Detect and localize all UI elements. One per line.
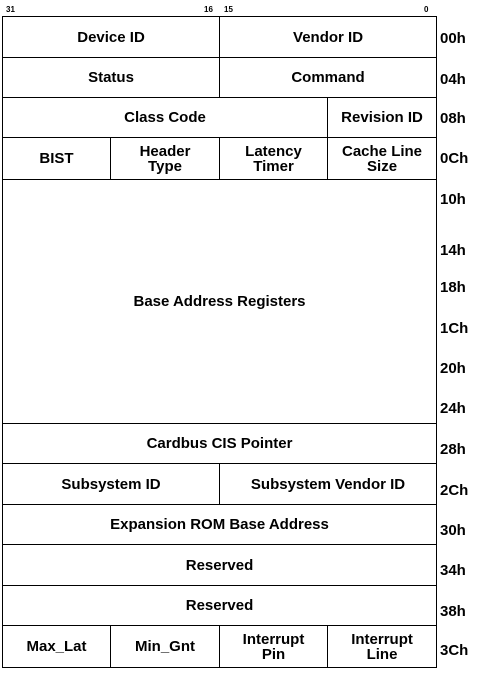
offset-label: 00h (440, 30, 466, 47)
interrupt-line-line-2: Line (366, 645, 398, 663)
status-field: Status (1, 57, 221, 98)
row-08h: Class Code Revision ID (1, 97, 438, 138)
row-30h: Expansion ROM Base Address (1, 504, 438, 545)
pci-config-space-table: Device ID Vendor ID Status Command Class… (1, 16, 438, 668)
row-00h: Device ID Vendor ID (1, 16, 438, 58)
offset-label: 34h (440, 562, 466, 579)
base-address-registers-field: Base Address Registers (1, 179, 438, 424)
bit-31-label: 31 (6, 5, 15, 14)
offset-label: 14h (440, 242, 466, 259)
offset-label: 38h (440, 603, 466, 620)
cardbus-cis-pointer-field: Cardbus CIS Pointer (1, 423, 438, 464)
cache-line-size-field: Cache Line Size (327, 137, 438, 180)
header-type-field: Header Type (109, 137, 221, 180)
row-2ch: Subsystem ID Subsystem Vendor ID (1, 463, 438, 505)
offset-label: 0Ch (440, 150, 469, 167)
expansion-rom-base-address-field: Expansion ROM Base Address (1, 504, 438, 545)
row-10h-24h: Base Address Registers (1, 179, 438, 424)
row-34h: Reserved (1, 544, 438, 586)
interrupt-pin-line-2: Pin (261, 645, 286, 663)
subsystem-vendor-id-field: Subsystem Vendor ID (219, 463, 438, 505)
row-3ch: Max_Lat Min_Gnt Interrupt Pin Interrupt Li… (2, 625, 438, 668)
row-38h: Reserved (1, 585, 438, 626)
command-field: Command (219, 57, 438, 98)
offset-label: 24h (440, 400, 466, 417)
row-04h: Status Command (1, 57, 438, 98)
interrupt-pin-field: Interrupt Pin (219, 625, 329, 668)
min-gnt-field: Min_Gnt (109, 625, 221, 668)
subsystem-id-field: Subsystem ID (1, 463, 221, 505)
bist-field: BIST (2, 137, 111, 180)
offset-label: 20h (440, 360, 466, 377)
interrupt-line-field: Interrupt Line (327, 625, 438, 668)
revision-id-field: Revision ID (327, 97, 438, 138)
offset-label: 3Ch (440, 642, 469, 659)
class-code-field: Class Code (1, 97, 329, 138)
offset-label: 30h (440, 522, 466, 539)
offset-label: 28h (440, 441, 466, 458)
offset-column: 00h 04h 08h 0Ch 10h 14h 18h 1Ch 20h 24h … (440, 16, 485, 668)
header-type-line-2: Type (148, 157, 182, 175)
offset-label: 04h (440, 71, 466, 88)
latency-timer-line-2: Timer (253, 157, 294, 175)
latency-timer-field: Latency Timer (219, 137, 329, 180)
reserved-34h-field: Reserved (1, 544, 438, 586)
row-28h: Cardbus CIS Pointer (1, 423, 438, 464)
bit-0-label: 0 (424, 5, 429, 14)
bit-16-label: 16 (204, 5, 213, 14)
offset-label: 08h (440, 110, 466, 127)
offset-label: 10h (440, 191, 466, 208)
cache-line-size-line-2: Size (367, 157, 398, 175)
device-id-field: Device ID (1, 16, 221, 58)
offset-label: 1Ch (440, 320, 469, 337)
reserved-38h-field: Reserved (1, 585, 438, 626)
row-0ch: BIST Header Type Latency Timer Cache Line S… (2, 137, 438, 180)
max-lat-field: Max_Lat (2, 625, 111, 668)
offset-label: 18h (440, 279, 466, 296)
offset-label: 2Ch (440, 482, 469, 499)
bit-15-label: 15 (224, 5, 233, 14)
vendor-id-field: Vendor ID (219, 16, 438, 58)
